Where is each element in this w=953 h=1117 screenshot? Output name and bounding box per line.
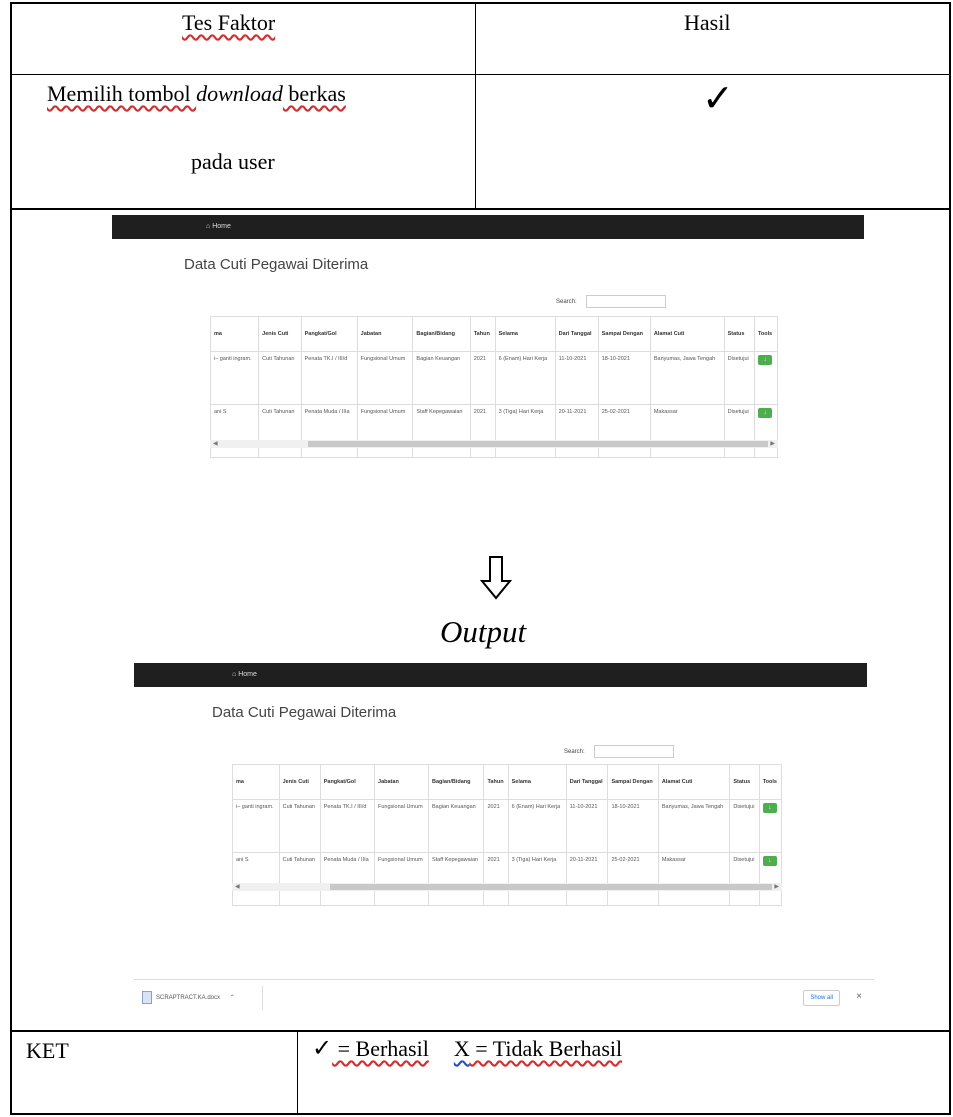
col-header[interactable]: Jenis Cuti (278, 764, 321, 800)
scroll-right-icon[interactable]: ▶ (770, 440, 775, 448)
col-header[interactable]: Bagian/Bidang (412, 316, 471, 352)
result-check-icon: ✓ (702, 76, 734, 120)
check-icon: ✓ (312, 1034, 333, 1062)
header-result: Hasil (684, 10, 731, 35)
col-header[interactable]: ma (232, 764, 280, 800)
search-input[interactable] (594, 745, 674, 758)
col-header[interactable]: Tahun (469, 316, 496, 352)
table-row: ani S Cuti Tahunan Penata Muda / IIIa Fungs… (232, 852, 783, 906)
x-mark-icon: X (453, 1036, 470, 1061)
leave-table: ma Jenis Cuti Pangkat/Gol Jabatan Bagian… (209, 316, 779, 458)
table-header-row: ma Jenis Cuti Pangkat/Gol Jabatan Bagian… (209, 316, 779, 352)
output-label: Output (440, 614, 527, 649)
col-header[interactable]: Jabatan (374, 764, 429, 800)
col-header[interactable]: Bagian/Bidang (427, 764, 485, 800)
download-button[interactable]: ↓ (757, 408, 772, 418)
horizontal-scrollbar[interactable]: ◀ ▶ (210, 440, 778, 448)
col-header[interactable]: Selama (494, 316, 556, 352)
horizontal-scrollbar[interactable]: ◀ ▶ (232, 883, 782, 891)
legend-label: KET (26, 1038, 69, 1063)
home-icon: ⌂ (206, 223, 211, 230)
chevron-up-icon[interactable]: ⌃ (230, 995, 235, 1001)
col-header[interactable]: Tahun (483, 764, 509, 800)
search-label: Search: (564, 749, 585, 755)
col-header[interactable]: Alamat Cuti (657, 764, 731, 800)
screenshot-before: ⌂ Home Data Cuti Pegawai Diterima Search… (112, 215, 864, 458)
page-title: Data Cuti Pegawai Diterima (212, 704, 397, 721)
download-bar: SCRAPTRACT.KA.docx ⌃ Show all × (134, 979, 874, 1016)
close-icon[interactable]: × (856, 990, 862, 1004)
divider (262, 986, 263, 1010)
arrow-down-icon (479, 556, 513, 600)
col-header[interactable]: Sampai Dengan (607, 764, 659, 800)
table-row: ani S Cuti Tahunan Penata Muda / IIIa Fungs… (209, 404, 779, 458)
col-header[interactable]: Alamat Cuti (649, 316, 725, 352)
test-factor-line2: pada user (191, 149, 275, 174)
col-header[interactable]: Dari Tanggal (554, 316, 599, 352)
scrollbar-thumb[interactable] (330, 884, 772, 890)
col-header[interactable]: Pangkat/Gol (319, 764, 376, 800)
home-link[interactable]: ⌂ Home (200, 219, 237, 235)
header-factor: Tes Faktor (182, 10, 276, 35)
scroll-left-icon[interactable]: ◀ (213, 440, 218, 448)
page-title: Data Cuti Pegawai Diterima (184, 256, 369, 273)
download-button[interactable]: ↓ (757, 355, 772, 365)
col-header[interactable]: Tools (758, 764, 783, 800)
col-header[interactable]: Status (729, 764, 760, 800)
table-row: i– ganti ingram. Cuti Tahunan Penata TK.I … (232, 799, 783, 853)
download-button[interactable]: ↓ (762, 856, 777, 866)
test-factor-line1: Memilih tombol download berkas (47, 81, 346, 106)
file-icon (142, 990, 152, 1004)
col-header[interactable]: Jabatan (356, 316, 414, 352)
col-header[interactable]: Selama (507, 764, 567, 800)
scrollbar-thumb[interactable] (308, 441, 768, 447)
show-all-button[interactable]: Show all (803, 990, 840, 1006)
col-header[interactable]: Tools (753, 316, 779, 352)
col-header[interactable]: Jenis Cuti (258, 316, 302, 352)
search-input[interactable] (586, 295, 666, 308)
screenshot-after: ⌂ Home Data Cuti Pegawai Diterima Search… (134, 663, 867, 906)
search-label: Search: (556, 299, 577, 305)
home-link[interactable]: ⌂ Home (226, 667, 263, 683)
app-navbar: ⌂ Home (112, 215, 864, 239)
app-navbar: ⌂ Home (134, 663, 867, 687)
col-header[interactable]: Status (723, 316, 755, 352)
legend-text: ✓ = Berhasil X = Tidak Berhasil (312, 1034, 623, 1062)
download-button[interactable]: ↓ (762, 803, 777, 813)
table-header-row: ma Jenis Cuti Pangkat/Gol Jabatan Bagian… (232, 764, 783, 800)
scroll-left-icon[interactable]: ◀ (235, 883, 240, 891)
col-header[interactable]: Sampai Dengan (597, 316, 651, 352)
col-header[interactable]: Dari Tanggal (565, 764, 609, 800)
home-icon: ⌂ (232, 671, 237, 678)
col-header[interactable]: ma (209, 316, 260, 352)
scroll-right-icon[interactable]: ▶ (774, 883, 779, 891)
table-row: i– ganti ingram. Cuti Tahunan Penata TK.I … (209, 351, 779, 405)
downloaded-file[interactable]: SCRAPTRACT.KA.docx ⌃ (142, 990, 235, 1006)
col-header[interactable]: Pangkat/Gol (300, 316, 358, 352)
